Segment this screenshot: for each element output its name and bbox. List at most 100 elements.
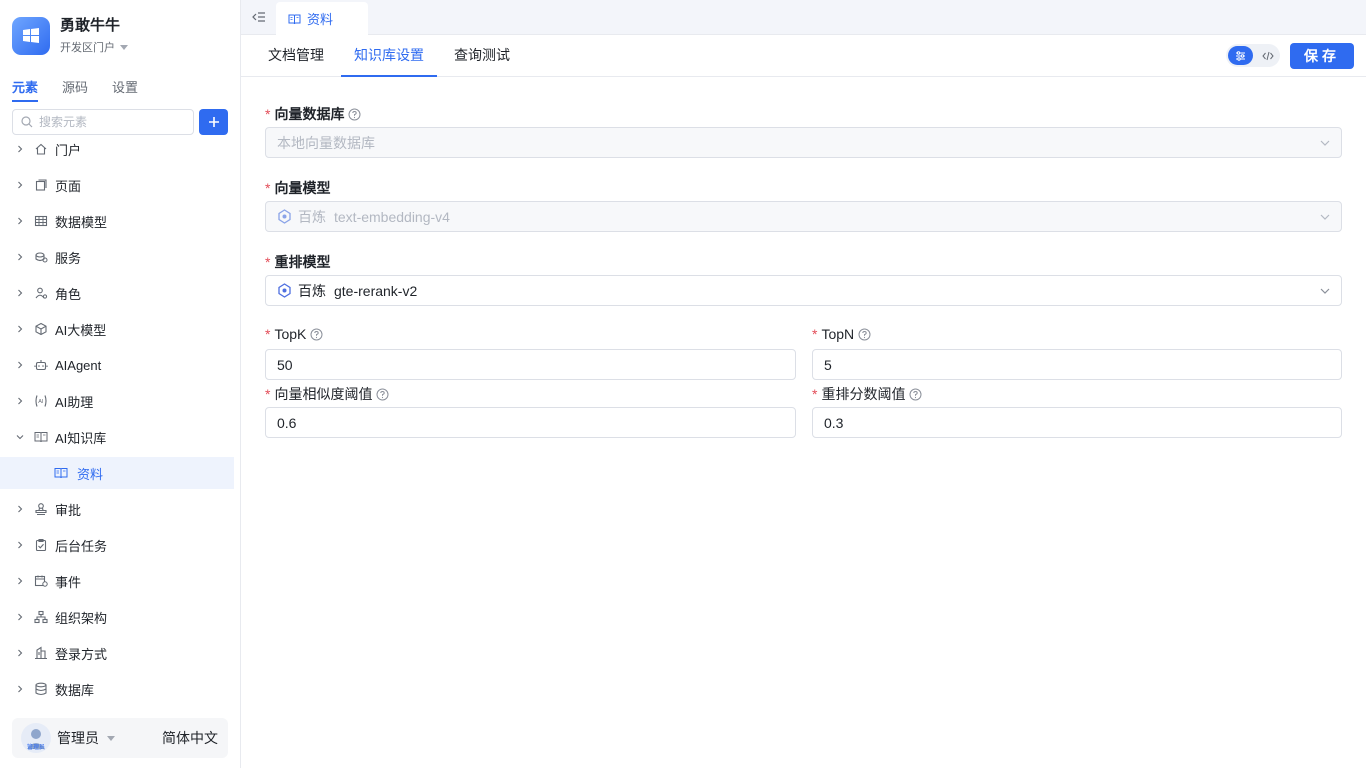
tree-item[interactable]: 审批 <box>0 491 234 527</box>
tree-item[interactable]: 组织架构 <box>0 599 234 635</box>
vector-db-label: * 向量数据库 <box>265 104 361 124</box>
clipboard-check-icon <box>34 538 48 552</box>
rerank-model-value: gte-rerank-v2 <box>334 282 418 299</box>
page-tab-materials[interactable]: 资料 <box>276 2 368 35</box>
tree-item[interactable]: 门户 <box>0 131 234 167</box>
rerank-model-label-text: 重排模型 <box>274 254 331 270</box>
tree-item[interactable]: 页面 <box>0 167 234 203</box>
robot-icon <box>34 358 48 372</box>
view-mode-toggle <box>1226 44 1280 67</box>
rerank-threshold-input[interactable] <box>812 407 1342 438</box>
similarity-threshold-input[interactable] <box>265 407 796 438</box>
chevron-right-icon[interactable] <box>14 539 26 551</box>
vector-model-label-text: 向量模型 <box>274 180 331 196</box>
similarity-threshold-field[interactable] <box>277 414 770 431</box>
help-icon[interactable] <box>858 328 871 341</box>
book-icon <box>54 466 68 480</box>
tree-item[interactable]: 登录方式 <box>0 635 234 671</box>
chevron-right-icon[interactable] <box>14 215 26 227</box>
caret-down-icon[interactable] <box>107 735 115 741</box>
portal-selector[interactable]: 开发区门户 <box>60 39 128 55</box>
help-icon[interactable] <box>348 108 361 121</box>
tree-item-label: 门户 <box>55 142 82 158</box>
avatar-label: 管理员 <box>26 745 45 751</box>
page-icon <box>34 178 48 192</box>
chevron-right-icon[interactable] <box>14 143 26 155</box>
topn-field[interactable] <box>824 356 1316 373</box>
tree-item[interactable]: 事件 <box>0 563 234 599</box>
chevron-right-icon[interactable] <box>14 575 26 587</box>
tree-item[interactable]: AI知识库 <box>0 419 234 455</box>
vector-db-value: 本地向量数据库 <box>277 134 375 151</box>
help-icon[interactable] <box>310 328 323 341</box>
tree-item[interactable]: AI AI助理 <box>0 383 234 419</box>
vector-db-label-text: 向量数据库 <box>274 106 345 122</box>
chevron-right-icon[interactable] <box>14 395 26 407</box>
sidebar: 勇敢牛牛 开发区门户 元素 源码 设置 门户页面数据模型服务角色AI大模型AIA… <box>0 0 241 768</box>
tree-item-label: 事件 <box>55 574 82 590</box>
tree-item[interactable]: 数据库 <box>0 671 234 707</box>
save-button[interactable]: 保存 <box>1290 43 1354 69</box>
help-icon[interactable] <box>376 388 389 401</box>
org-chart-icon <box>34 610 48 624</box>
tree-item[interactable]: 服务 <box>0 239 234 275</box>
avatar[interactable]: 管理员 <box>21 723 51 753</box>
tree-item[interactable]: 后台任务 <box>0 527 234 563</box>
app-header[interactable]: 勇敢牛牛 开发区门户 <box>12 17 128 55</box>
svg-text:AI: AI <box>38 399 44 405</box>
chevron-down-icon <box>1320 288 1330 294</box>
ai-assistant-icon: AI <box>34 394 48 408</box>
topn-input[interactable] <box>812 349 1342 380</box>
tab-source[interactable]: 源码 <box>62 77 88 102</box>
form-view-icon[interactable] <box>1228 46 1253 65</box>
tree-item-child[interactable]: 资料 <box>0 457 234 489</box>
tree-item[interactable]: AI大模型 <box>0 311 234 347</box>
help-icon[interactable] <box>909 388 922 401</box>
rerank-model-select[interactable]: 百炼 gte-rerank-v2 <box>265 275 1342 306</box>
chevron-right-icon[interactable] <box>14 683 26 695</box>
rerank-model-vendor: 百炼 <box>298 282 326 299</box>
home-icon <box>34 142 48 156</box>
rerank-model-label: * 重排模型 <box>265 252 330 272</box>
app-logo-icon <box>12 17 50 55</box>
stamp-icon <box>34 502 48 516</box>
chevron-right-icon[interactable] <box>14 251 26 263</box>
bailian-logo-icon <box>277 283 292 298</box>
rerank-threshold-field[interactable] <box>824 414 1316 431</box>
collapse-sidebar-icon[interactable] <box>251 9 267 25</box>
tab-settings[interactable]: 设置 <box>112 77 138 102</box>
page-tab-label: 资料 <box>307 12 334 27</box>
tree-item[interactable]: 数据模型 <box>0 203 234 239</box>
tree-item[interactable]: 角色 <box>0 275 234 311</box>
language-selector[interactable]: 简体中文 <box>162 728 218 748</box>
chevron-right-icon[interactable] <box>14 359 26 371</box>
search-icon <box>21 116 33 128</box>
code-view-icon[interactable] <box>1255 46 1280 65</box>
tree-item-label: 审批 <box>55 502 82 518</box>
required-mark: * <box>265 180 271 196</box>
tab-elements[interactable]: 元素 <box>12 77 39 102</box>
caret-down-icon <box>120 44 128 50</box>
chevron-right-icon[interactable] <box>14 179 26 191</box>
search-input[interactable] <box>39 115 179 129</box>
service-icon <box>34 250 48 264</box>
chevron-down-icon[interactable] <box>14 431 26 443</box>
user-name[interactable]: 管理员 <box>57 728 99 748</box>
element-tree: 门户页面数据模型 服务 角色 AI大模型 AIAgent AI AI助理 AI知识库 资料审批后… <box>0 131 234 707</box>
sidebar-tabs: 元素 源码 设置 <box>12 77 138 102</box>
tab-query-test[interactable]: 查询测试 <box>454 35 510 77</box>
tree-item-label: 页面 <box>55 178 82 194</box>
chevron-right-icon[interactable] <box>14 323 26 335</box>
chevron-right-icon[interactable] <box>14 503 26 515</box>
user-bar: 管理员 管理员 简体中文 <box>12 718 228 758</box>
tab-knowledge-settings[interactable]: 知识库设置 <box>341 35 437 77</box>
chevron-right-icon[interactable] <box>14 611 26 623</box>
tree-item[interactable]: AIAgent <box>0 347 234 383</box>
topn-label: * TopN <box>812 326 871 342</box>
required-mark: * <box>812 326 818 342</box>
tab-document-management[interactable]: 文档管理 <box>268 35 324 77</box>
topk-input[interactable] <box>265 349 796 380</box>
chevron-right-icon[interactable] <box>14 287 26 299</box>
topk-field[interactable] <box>277 356 770 373</box>
chevron-right-icon[interactable] <box>14 647 26 659</box>
